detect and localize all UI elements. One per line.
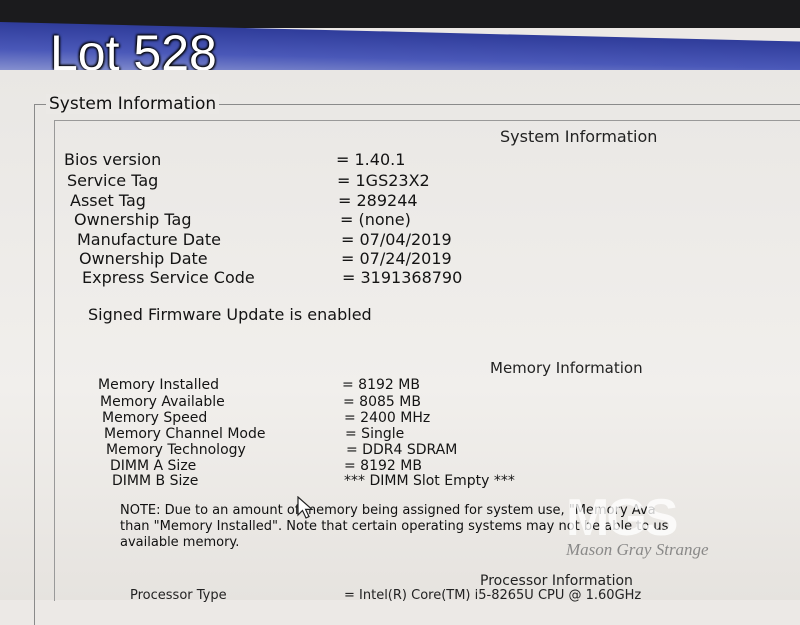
processor-information-title: Processor Information [480, 573, 633, 589]
row-label: Memory Speed [102, 410, 208, 426]
row-label: Memory Technology [106, 442, 246, 458]
watermark-name: Mason Gray Strange [566, 540, 709, 559]
row-value: *** DIMM Slot Empty *** [344, 473, 515, 489]
row-value: = 2400 MHz [344, 410, 431, 426]
mouse-pointer-icon [297, 496, 314, 519]
row-label: Memory Channel Mode [104, 426, 266, 442]
row-value: = 289244 [338, 191, 418, 210]
row-label: Express Service Code [82, 268, 255, 287]
groupbox-title: System Information [46, 94, 220, 114]
row-label: DIMM B Size [112, 473, 199, 489]
row-value: = Single [345, 426, 405, 442]
row-value: = 8192 MB [344, 458, 422, 474]
row-value: = 1GS23X2 [337, 171, 430, 190]
row-value: = 8192 MB [342, 377, 420, 393]
firmware-status-text: Signed Firmware Update is enabled [88, 305, 372, 324]
row-value: = DDR4 SDRAM [346, 442, 458, 458]
watermark: MGS Mason Gray Strange [560, 488, 760, 560]
watermark-logo: MGS [566, 489, 678, 547]
system-information-title: System Information [500, 127, 658, 146]
row-label: Memory Available [100, 394, 225, 410]
row-label: Service Tag [67, 171, 159, 190]
memory-information-title: Memory Information [490, 359, 643, 377]
row-value: = 07/24/2019 [341, 249, 452, 268]
row-label: Asset Tag [70, 191, 146, 210]
row-label: Bios version [64, 150, 162, 169]
row-label: DIMM A Size [110, 458, 197, 474]
row-value: = 1.40.1 [336, 150, 406, 169]
row-label: Memory Installed [98, 377, 220, 393]
row-label: Manufacture Date [77, 230, 221, 249]
row-value: = 07/04/2019 [341, 230, 452, 249]
row-label: Ownership Date [79, 249, 208, 268]
row-value: = (none) [340, 210, 411, 229]
row-label: Processor Type [130, 588, 227, 603]
row-label: Ownership Tag [74, 210, 192, 229]
row-value: = 3191368790 [342, 268, 463, 287]
processor-type-row: Processor Type = Intel(R) Core(TM) i5-82… [130, 588, 641, 603]
row-value: = 8085 MB [343, 394, 421, 410]
row-value: = Intel(R) Core(TM) i5-8265U CPU @ 1.60G… [344, 588, 642, 603]
